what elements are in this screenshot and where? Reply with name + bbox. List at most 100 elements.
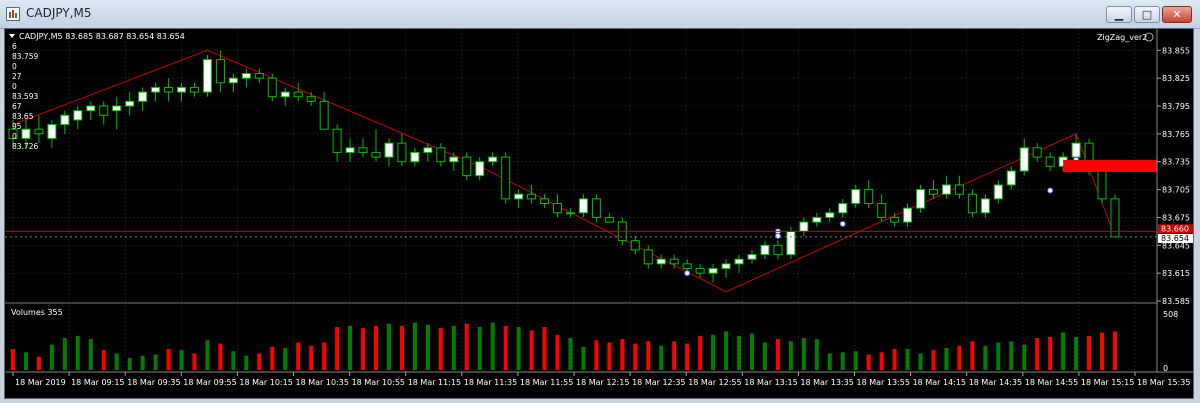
volume-bar xyxy=(542,327,547,370)
time-label: 18 Mar 15:35 xyxy=(1137,378,1190,387)
candle xyxy=(86,101,96,120)
candle xyxy=(514,189,524,209)
candle xyxy=(332,124,342,162)
volume-bar xyxy=(88,339,93,370)
candle-body xyxy=(578,198,588,214)
window-titlebar: CADJPY,M5 ▁ □ ✕ xyxy=(0,0,1200,29)
candle-body xyxy=(73,110,83,121)
candle xyxy=(1110,194,1120,238)
maximize-button[interactable]: □ xyxy=(1134,6,1160,23)
candle xyxy=(202,54,212,97)
price-label: 83.855 xyxy=(1162,46,1190,55)
candle xyxy=(721,259,731,278)
indicator-label[interactable]: ZigZag_ver2 xyxy=(1097,32,1154,42)
candle-body xyxy=(475,161,485,177)
candle-body xyxy=(99,105,109,116)
time-label: 18 Mar 10:55 xyxy=(352,378,405,387)
candle-body xyxy=(708,268,718,274)
candle-body xyxy=(527,193,537,200)
volume-bar xyxy=(970,341,975,370)
volume-bar xyxy=(11,349,15,370)
volume-bar xyxy=(775,339,780,370)
current-price-value: 83.654 xyxy=(1161,234,1189,243)
minimize-button[interactable]: ▁ xyxy=(1106,6,1132,23)
volume-bar xyxy=(568,338,573,370)
volume-bar xyxy=(75,335,80,370)
candle xyxy=(903,203,913,227)
volume-bar xyxy=(425,324,430,370)
left-panel-value: 95 xyxy=(12,122,22,131)
candle xyxy=(410,147,420,167)
candle xyxy=(99,101,109,125)
candle-body xyxy=(721,263,731,270)
volume-bar xyxy=(529,330,534,370)
left-panel-value: 83.593 xyxy=(12,92,38,101)
candle-body xyxy=(280,91,290,98)
chart-canvas[interactable]: CADJPY,M5 83.685 83.687 83.654 83.654 68… xyxy=(5,29,1193,398)
candle-body xyxy=(488,156,498,163)
volume-bar xyxy=(36,356,41,370)
candle-body xyxy=(682,263,692,270)
candle xyxy=(591,194,601,223)
volume-bar xyxy=(659,345,664,370)
volume-bar xyxy=(503,325,508,370)
zone-rectangle[interactable] xyxy=(1063,159,1157,172)
candle-body xyxy=(967,193,977,214)
price-label: 83.705 xyxy=(1162,186,1190,195)
candle-body xyxy=(1019,147,1029,172)
volume-bar xyxy=(646,341,651,370)
candle xyxy=(799,217,809,236)
candle-body xyxy=(734,258,744,265)
candle-body xyxy=(604,216,614,223)
volume-bar xyxy=(257,353,262,370)
volume-bar xyxy=(348,325,353,370)
time-label: 18 Mar 11:35 xyxy=(464,378,517,387)
price-axis: 83.855 83.825 83.795 83.765 83.735 83.705 83.6… xyxy=(1157,46,1190,306)
candle-body xyxy=(410,151,420,163)
candle xyxy=(241,68,251,88)
volume-bar xyxy=(140,355,145,370)
left-panel-value: 0 xyxy=(12,132,17,141)
volume-bar xyxy=(814,339,819,370)
price-label: 83.795 xyxy=(1162,102,1190,111)
volume-bar xyxy=(1048,336,1053,370)
candle xyxy=(60,110,70,134)
window-title: CADJPY,M5 xyxy=(26,6,92,20)
chart-frame[interactable]: CADJPY,M5 83.685 83.687 83.654 83.654 68… xyxy=(4,28,1194,399)
candle-body xyxy=(501,156,511,200)
volume-bar xyxy=(49,344,54,370)
candle-body xyxy=(812,216,822,223)
close-button[interactable]: ✕ xyxy=(1162,6,1192,23)
left-panel-value: 0 xyxy=(12,82,17,91)
candle-body xyxy=(993,184,1003,200)
candle-body xyxy=(190,86,200,93)
time-label: 18 Mar 14:55 xyxy=(1025,378,1078,387)
candle-body xyxy=(34,128,44,135)
candle xyxy=(73,106,83,130)
volume-bar xyxy=(840,352,845,370)
candle-body xyxy=(423,147,433,153)
candle-body xyxy=(86,105,96,112)
red-line-tag: 83.660 xyxy=(1158,224,1193,234)
candle xyxy=(864,180,874,209)
candle-body xyxy=(267,77,277,98)
candle-body xyxy=(941,184,951,195)
collapse-arrow-icon[interactable] xyxy=(9,34,15,38)
volume-bar xyxy=(244,355,249,370)
candle xyxy=(527,184,537,204)
volume-bar xyxy=(1035,338,1040,370)
candle xyxy=(280,87,290,106)
volume-bar xyxy=(853,351,858,370)
volume-bar xyxy=(322,342,327,370)
volume-bar xyxy=(477,327,482,370)
volume-bar xyxy=(620,339,625,370)
volume-bar xyxy=(918,353,923,370)
candle-body xyxy=(241,73,251,79)
left-panel-value: 83.759 xyxy=(12,52,38,61)
candle-body xyxy=(202,59,212,93)
volume-bar xyxy=(711,334,716,370)
candle-body xyxy=(954,184,964,195)
candle xyxy=(954,175,964,199)
candle xyxy=(125,92,135,116)
candle-body xyxy=(436,147,446,163)
